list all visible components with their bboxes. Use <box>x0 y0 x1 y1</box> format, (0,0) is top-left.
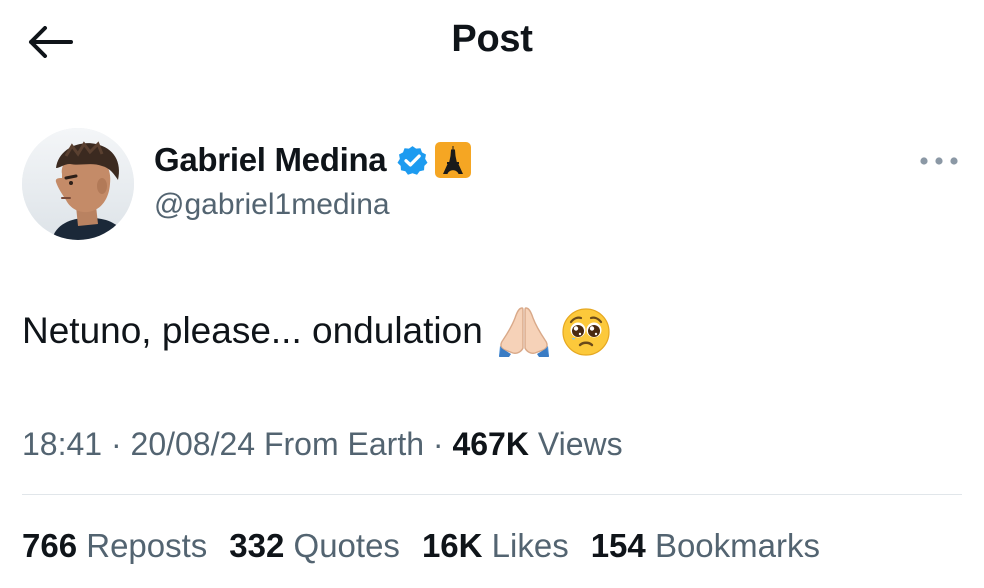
stat-label: Reposts <box>86 527 208 564</box>
author-handle[interactable]: @gabriel1medina <box>154 188 471 222</box>
post-body: Netuno, please... ondulation <box>22 310 483 351</box>
more-options-button[interactable] <box>916 146 962 176</box>
stat-bookmarks[interactable]: 154 Bookmarks <box>591 522 820 570</box>
author-info: Gabriel Medina @gabriel1medina <box>154 134 472 222</box>
views-label: Views <box>537 426 623 462</box>
top-bar: Post <box>0 0 984 88</box>
stat-label: Quotes <box>293 527 400 564</box>
views-count: 467K <box>452 426 529 462</box>
display-name[interactable]: Gabriel Medina <box>154 141 387 179</box>
more-horizontal-icon <box>920 157 958 165</box>
post-text: Netuno, please... ondulation <box>22 304 613 358</box>
meta-separator: · <box>432 426 453 462</box>
post-time[interactable]: 18:41 <box>22 426 102 462</box>
page-title: Post <box>451 18 533 60</box>
stat-likes[interactable]: 16K Likes <box>422 522 569 570</box>
folded-hands-emoji <box>497 304 551 358</box>
post-meta: 18:41 · 20/08/24 From Earth · 467K Views <box>22 420 623 468</box>
stat-count: 332 <box>229 527 285 564</box>
stat-label: Likes <box>491 527 569 564</box>
stat-reposts[interactable]: 766 Reposts <box>22 522 207 570</box>
stat-label: Bookmarks <box>654 527 820 564</box>
name-row: Gabriel Medina <box>154 134 472 186</box>
stat-count: 766 <box>22 527 78 564</box>
pleading-face-emoji <box>559 304 613 358</box>
avatar[interactable] <box>22 128 134 240</box>
avatar-image <box>22 128 134 240</box>
eiffel-tower-badge-icon[interactable] <box>435 142 472 178</box>
post-date[interactable]: 20/08/24 <box>131 426 256 462</box>
meta-separator: · <box>110 426 131 462</box>
stat-count: 16K <box>421 527 483 564</box>
stat-count: 154 <box>590 527 646 564</box>
verified-badge-icon[interactable] <box>396 144 429 177</box>
divider <box>22 494 962 495</box>
post-source: From Earth <box>263 426 424 462</box>
engagement-stats: 766 Reposts 332 Quotes 16K Likes 154 Boo… <box>22 522 842 570</box>
stat-quotes[interactable]: 332 Quotes <box>229 522 400 570</box>
